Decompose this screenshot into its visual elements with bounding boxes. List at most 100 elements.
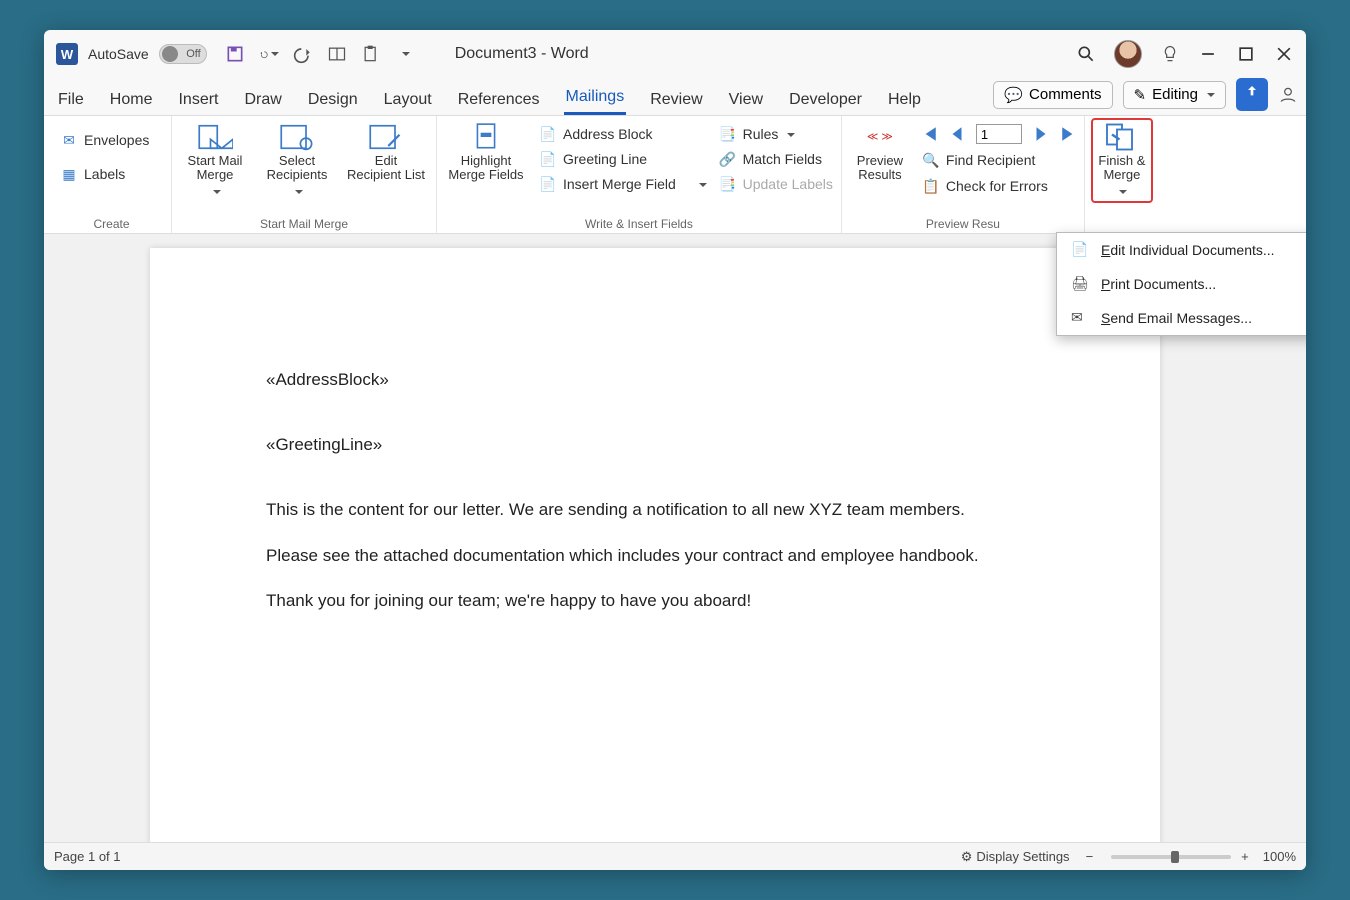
greeting-line-button[interactable]: 📄Greeting Line bbox=[537, 149, 709, 169]
send-email-messages-item[interactable]: ✉ Send Email Messages... bbox=[1057, 301, 1306, 335]
tab-file[interactable]: File bbox=[56, 85, 86, 115]
doc-icon: 📄 bbox=[539, 175, 557, 193]
doc-icon: 📄 bbox=[539, 150, 557, 168]
tab-review[interactable]: Review bbox=[648, 85, 704, 115]
display-settings-button[interactable]: Display Settings bbox=[976, 849, 1069, 864]
match-icon: 🔗 bbox=[719, 150, 737, 168]
zoom-slider[interactable] bbox=[1111, 855, 1231, 859]
rules-button[interactable]: 📑Rules bbox=[717, 124, 835, 144]
present-icon[interactable] bbox=[1278, 85, 1298, 105]
word-window: AutoSave Off Document3 - Word File Home bbox=[44, 30, 1306, 870]
finish-merge-dropdown: 📄 Edit Individual Documents... 🖨 Print D… bbox=[1056, 232, 1306, 336]
autosave-label: AutoSave bbox=[88, 46, 149, 62]
search-icon[interactable] bbox=[1076, 44, 1096, 64]
paste-icon[interactable] bbox=[361, 44, 381, 64]
start-mail-merge-button[interactable]: Start Mail Merge bbox=[178, 120, 252, 199]
zoom-level[interactable]: 100% bbox=[1263, 849, 1296, 864]
record-navigation bbox=[920, 124, 1078, 144]
page-indicator[interactable]: Page 1 of 1 bbox=[54, 849, 121, 864]
autosave-toggle[interactable]: Off bbox=[159, 44, 207, 64]
envelopes-button[interactable]: ✉Envelopes bbox=[58, 130, 151, 150]
body-paragraph-3[interactable]: Thank you for joining our team; we're ha… bbox=[266, 587, 1044, 614]
body-paragraph-1[interactable]: This is the content for our letter. We a… bbox=[266, 496, 1044, 523]
rules-icon: 📑 bbox=[719, 125, 737, 143]
tab-home[interactable]: Home bbox=[108, 85, 155, 115]
body-paragraph-2[interactable]: Please see the attached documentation wh… bbox=[266, 542, 1044, 569]
lightbulb-icon[interactable] bbox=[1160, 44, 1180, 64]
minimize-icon[interactable] bbox=[1198, 44, 1218, 64]
print-documents-item[interactable]: 🖨 Print Documents... bbox=[1057, 267, 1306, 301]
first-record-icon[interactable] bbox=[920, 125, 938, 143]
document-page[interactable]: «AddressBlock» «GreetingLine» This is th… bbox=[150, 248, 1160, 842]
email-icon: ✉ bbox=[1071, 309, 1089, 327]
last-record-icon[interactable] bbox=[1060, 125, 1078, 143]
tab-design[interactable]: Design bbox=[306, 85, 360, 115]
tab-draw[interactable]: Draw bbox=[242, 85, 283, 115]
comments-button[interactable]: 💬 Comments bbox=[993, 81, 1112, 109]
finish-merge-button[interactable]: Finish & Merge bbox=[1091, 118, 1153, 203]
match-fields-button[interactable]: 🔗Match Fields bbox=[717, 149, 835, 169]
tab-layout[interactable]: Layout bbox=[382, 85, 434, 115]
tab-references[interactable]: References bbox=[456, 85, 542, 115]
group-create: ✉Envelopes ▦Labels Create bbox=[52, 116, 172, 233]
greeting-line-field[interactable]: «GreetingLine» bbox=[266, 431, 1044, 458]
prev-record-icon[interactable] bbox=[948, 125, 966, 143]
print-icon: 🖨 bbox=[1071, 275, 1089, 293]
mail-merge-icon bbox=[197, 122, 233, 152]
zoom-out-button[interactable]: − bbox=[1086, 849, 1094, 864]
share-button[interactable] bbox=[1236, 78, 1268, 111]
user-avatar[interactable] bbox=[1114, 40, 1142, 68]
preview-results-button[interactable]: ≪ ≫ Preview Results bbox=[848, 120, 912, 183]
next-record-icon[interactable] bbox=[1032, 125, 1050, 143]
pencil-icon: ✎ bbox=[1134, 86, 1147, 104]
doc-icon: 📄 bbox=[539, 125, 557, 143]
status-bar: Page 1 of 1 ⚙ Display Settings − + 100% bbox=[44, 842, 1306, 870]
editing-mode-button[interactable]: ✎ Editing bbox=[1123, 81, 1226, 109]
document-title: Document3 - Word bbox=[455, 45, 589, 63]
address-block-button[interactable]: 📄Address Block bbox=[537, 124, 709, 144]
select-recipients-button[interactable]: Select Recipients bbox=[260, 120, 334, 199]
group-start-mail-merge: Start Mail Merge Select Recipients Edit … bbox=[172, 116, 437, 233]
undo-icon[interactable] bbox=[259, 44, 279, 64]
envelope-icon: ✉ bbox=[60, 131, 78, 149]
address-block-field[interactable]: «AddressBlock» bbox=[266, 366, 1044, 393]
edit-list-icon bbox=[368, 122, 404, 152]
find-recipient-button[interactable]: 🔍Find Recipient bbox=[920, 150, 1078, 170]
preview-icon: ≪ ≫ bbox=[862, 122, 898, 152]
save-icon[interactable] bbox=[225, 44, 245, 64]
edit-individual-documents-item[interactable]: 📄 Edit Individual Documents... bbox=[1057, 233, 1306, 267]
qat-customize-icon[interactable] bbox=[395, 44, 415, 64]
quick-access-toolbar bbox=[225, 44, 415, 64]
update-labels-button: 📑Update Labels bbox=[717, 174, 835, 194]
comment-icon: 💬 bbox=[1004, 86, 1023, 104]
finish-merge-icon bbox=[1104, 122, 1140, 152]
tab-insert[interactable]: Insert bbox=[176, 85, 220, 115]
edit-recipient-list-button[interactable]: Edit Recipient List bbox=[342, 120, 430, 183]
tab-help[interactable]: Help bbox=[886, 85, 923, 115]
group-write-insert: Highlight Merge Fields 📄Address Block 📄G… bbox=[437, 116, 842, 233]
ribbon: ✉Envelopes ▦Labels Create Start Mail Mer… bbox=[44, 116, 1306, 234]
check-icon: 📋 bbox=[922, 177, 940, 195]
insert-merge-field-button[interactable]: 📄Insert Merge Field bbox=[537, 174, 709, 194]
redo-icon[interactable] bbox=[293, 44, 313, 64]
group-finish: Finish & Merge bbox=[1085, 116, 1159, 233]
zoom-in-button[interactable]: + bbox=[1241, 849, 1249, 864]
edit-doc-icon: 📄 bbox=[1071, 241, 1089, 259]
close-icon[interactable] bbox=[1274, 44, 1294, 64]
highlight-merge-fields-button[interactable]: Highlight Merge Fields bbox=[443, 120, 529, 183]
tab-mailings[interactable]: Mailings bbox=[564, 82, 627, 115]
tab-view[interactable]: View bbox=[727, 85, 765, 115]
table-icon[interactable] bbox=[327, 44, 347, 64]
ribbon-tabs: File Home Insert Draw Design Layout Refe… bbox=[44, 78, 1306, 116]
display-settings-icon[interactable]: ⚙ bbox=[961, 849, 973, 865]
maximize-icon[interactable] bbox=[1236, 44, 1256, 64]
record-number-input[interactable] bbox=[976, 124, 1022, 144]
tab-developer[interactable]: Developer bbox=[787, 85, 864, 115]
dd-edit-rest: dit Individual Documents... bbox=[1110, 242, 1274, 258]
highlight-icon bbox=[468, 122, 504, 152]
word-app-icon bbox=[56, 43, 78, 65]
recipients-icon bbox=[279, 122, 315, 152]
labels-button[interactable]: ▦Labels bbox=[58, 164, 127, 184]
check-errors-button[interactable]: 📋Check for Errors bbox=[920, 176, 1078, 196]
labels-icon: ▦ bbox=[60, 165, 78, 183]
